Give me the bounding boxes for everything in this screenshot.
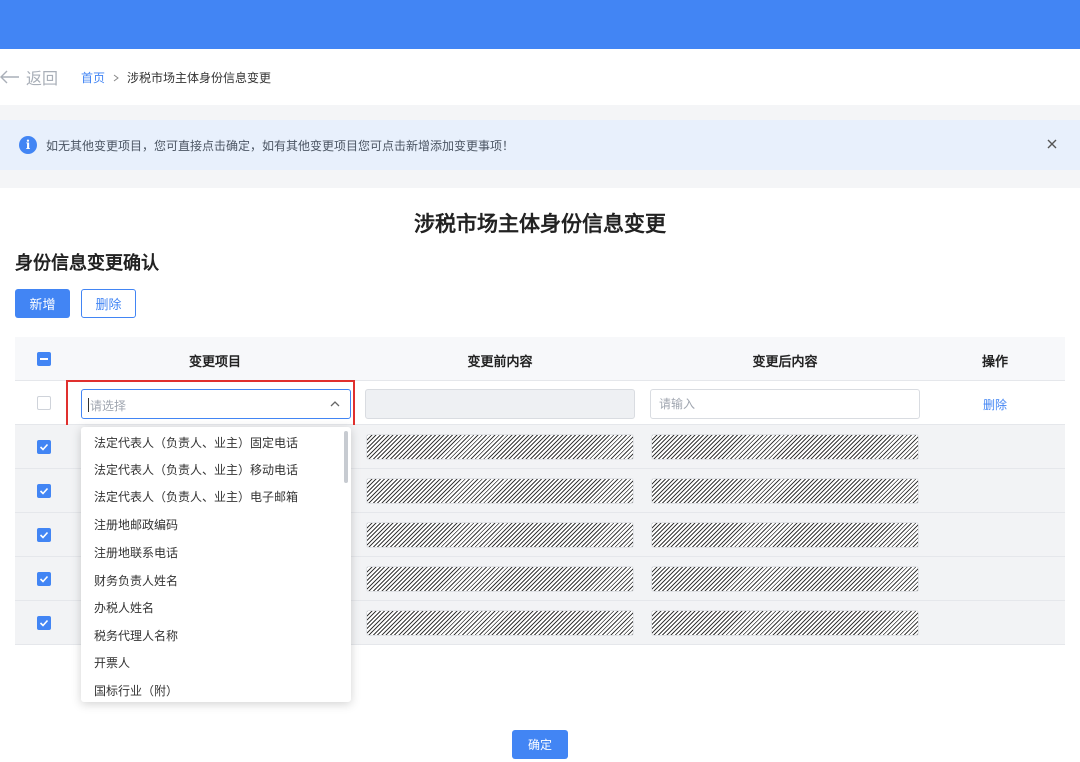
dropdown-option[interactable]: 国标行业（附） bbox=[81, 678, 343, 702]
row-checkbox[interactable] bbox=[37, 484, 51, 498]
change-item-select[interactable]: 请选择 bbox=[81, 389, 351, 419]
masked-before-content bbox=[366, 522, 634, 548]
text-cursor bbox=[88, 398, 89, 412]
confirm-button[interactable]: 确定 bbox=[512, 730, 568, 759]
header-after-content: 变更后内容 bbox=[752, 355, 818, 370]
row-delete-link[interactable]: 删除 bbox=[983, 396, 1007, 413]
dropdown-option[interactable]: 财务负责人姓名 bbox=[81, 568, 343, 595]
add-button[interactable]: 新增 bbox=[15, 289, 70, 318]
dropdown-option[interactable]: 法定代表人（负责人、业主）固定电话 bbox=[81, 430, 343, 457]
masked-before-content bbox=[366, 478, 634, 504]
masked-before-content bbox=[366, 434, 634, 460]
dropdown-option[interactable]: 办税人姓名 bbox=[81, 595, 343, 622]
dropdown-option[interactable]: 开票人 bbox=[81, 650, 343, 677]
close-icon[interactable] bbox=[1045, 137, 1059, 151]
dropdown-option[interactable]: 注册地邮政编码 bbox=[81, 512, 343, 539]
delete-button[interactable]: 删除 bbox=[81, 289, 136, 318]
back-button[interactable]: 返回 bbox=[0, 67, 59, 88]
breadcrumb-home-link[interactable]: 首页 bbox=[81, 69, 105, 86]
masked-after-content bbox=[651, 434, 919, 460]
arrow-left-icon bbox=[0, 70, 19, 84]
row-checkbox[interactable] bbox=[37, 528, 51, 542]
dropdown-option[interactable]: 法定代表人（负责人、业主）电子邮箱 bbox=[81, 484, 343, 511]
nav-bar: 返回 首页 涉税市场主体身份信息变更 bbox=[0, 49, 1080, 105]
header-change-item: 变更项目 bbox=[188, 355, 241, 370]
dropdown-option[interactable]: 法定代表人（负责人、业主）移动电话 bbox=[81, 457, 343, 484]
section-divider bbox=[0, 170, 1080, 188]
chevron-right-icon bbox=[113, 74, 119, 81]
info-alert: i 如无其他变更项目，您可直接点击确定，如有其他变更项目您可点击新增添加变更事项… bbox=[0, 120, 1080, 170]
section-title: 身份信息变更确认 bbox=[15, 253, 159, 274]
row-checkbox[interactable] bbox=[37, 396, 51, 410]
select-all-checkbox[interactable] bbox=[37, 352, 51, 366]
chevron-up-icon bbox=[330, 401, 340, 407]
dropdown-option[interactable]: 税务代理人名称 bbox=[81, 623, 343, 650]
back-label: 返回 bbox=[26, 69, 59, 88]
row-checkbox[interactable] bbox=[37, 616, 51, 630]
masked-after-content bbox=[651, 478, 919, 504]
dropdown-scrollbar[interactable] bbox=[344, 431, 348, 483]
masked-before-content bbox=[366, 610, 634, 636]
breadcrumb: 首页 涉税市场主体身份信息变更 bbox=[81, 69, 271, 86]
header-operation: 操作 bbox=[981, 355, 1008, 370]
breadcrumb-current: 涉税市场主体身份信息变更 bbox=[127, 71, 272, 85]
masked-after-content bbox=[651, 522, 919, 548]
change-item-dropdown: 法定代表人（负责人、业主）固定电话 法定代表人（负责人、业主）移动电话 法定代表… bbox=[81, 427, 351, 702]
dropdown-option[interactable]: 注册地联系电话 bbox=[81, 540, 343, 567]
after-content-input[interactable] bbox=[650, 389, 920, 419]
before-content-field bbox=[365, 389, 635, 419]
row-checkbox[interactable] bbox=[37, 572, 51, 586]
masked-after-content bbox=[651, 566, 919, 592]
top-header-bar bbox=[0, 0, 1080, 49]
select-placeholder: 请选择 bbox=[90, 399, 127, 413]
masked-after-content bbox=[651, 610, 919, 636]
section-divider bbox=[0, 105, 1080, 120]
page-title: 涉税市场主体身份信息变更 bbox=[414, 212, 666, 236]
alert-text: 如无其他变更项目，您可直接点击确定，如有其他变更项目您可点击新增添加变更事项！ bbox=[46, 139, 515, 153]
masked-before-content bbox=[366, 566, 634, 592]
header-before-content: 变更前内容 bbox=[467, 355, 533, 370]
row-checkbox[interactable] bbox=[37, 440, 51, 454]
info-icon: i bbox=[19, 136, 37, 154]
table-row-new: 请选择 删除 bbox=[15, 380, 1065, 427]
table-header: 变更项目 变更前内容 变更后内容 操作 bbox=[15, 337, 1065, 381]
